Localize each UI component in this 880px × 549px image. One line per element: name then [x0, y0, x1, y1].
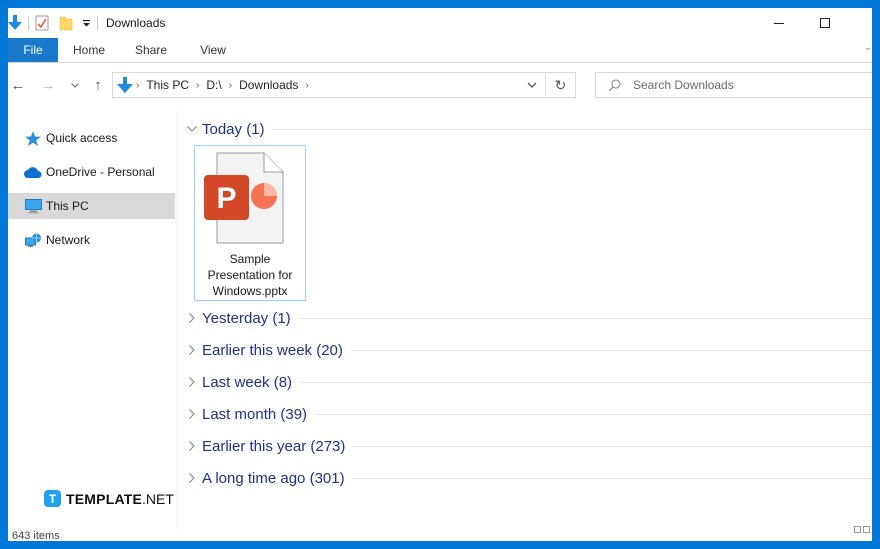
- toolbar-separator: [28, 16, 29, 30]
- navigation-bar: ← → ↑ › This PC › D:\ › Downloads › ↻ Se…: [8, 63, 872, 108]
- file-list-pane: Today (1) P Sample Presentation for Wind…: [179, 108, 872, 532]
- back-button[interactable]: ←: [8, 74, 28, 96]
- status-bar: 643 items: [8, 526, 872, 541]
- template-net-watermark: T TEMPLATE .NET: [44, 490, 174, 507]
- breadcrumb-drive-d[interactable]: D:\: [206, 78, 221, 92]
- sidebar-item-label: Quick access: [46, 131, 118, 145]
- group-divider: [300, 381, 872, 383]
- tab-file[interactable]: File: [8, 38, 58, 62]
- breadcrumb-separator-icon[interactable]: ›: [136, 80, 139, 91]
- address-bar[interactable]: › This PC › D:\ › Downloads ›: [112, 72, 546, 98]
- downloads-folder-icon: [117, 76, 133, 94]
- group-header-earlier-this-week[interactable]: Earlier this week (20): [179, 339, 872, 361]
- up-button[interactable]: ↑: [88, 74, 108, 96]
- network-icon: [24, 232, 42, 248]
- sidebar-item-label: OneDrive - Personal: [46, 165, 155, 179]
- group-header-last-month[interactable]: Last month (39): [179, 403, 872, 425]
- chevron-right-icon[interactable]: [185, 345, 199, 355]
- maximize-icon: [820, 18, 830, 28]
- search-box[interactable]: Search Downloads: [595, 72, 872, 98]
- recent-locations-dropdown[interactable]: [65, 74, 85, 96]
- minimize-button[interactable]: [756, 8, 802, 38]
- group-divider: [353, 445, 872, 447]
- group-header-earlier-this-year[interactable]: Earlier this year (273): [179, 435, 872, 457]
- group-divider: [315, 413, 872, 415]
- group-header-yesterday[interactable]: Yesterday (1): [179, 307, 872, 329]
- download-arrow-icon: [8, 15, 22, 31]
- group-divider: [350, 349, 872, 351]
- details-view-icon[interactable]: [854, 526, 861, 533]
- search-icon: [608, 78, 621, 91]
- chevron-right-icon[interactable]: [185, 473, 199, 483]
- sidebar-item-label: This PC: [46, 199, 89, 213]
- file-item[interactable]: P Sample Presentation for Windows.pptx: [194, 145, 306, 301]
- group-divider: [352, 477, 872, 479]
- tab-view[interactable]: View: [182, 38, 244, 62]
- minimize-icon: [774, 22, 784, 24]
- file-explorer-window: Downloads File Home Share View ⌄ ← → ↑ ›…: [8, 8, 872, 541]
- group-label: Earlier this year (273): [202, 437, 346, 455]
- title-bar: Downloads: [8, 8, 872, 38]
- properties-icon[interactable]: [35, 15, 49, 31]
- chevron-down-icon: [71, 82, 79, 88]
- large-icons-view-icon[interactable]: [863, 526, 870, 533]
- item-count: 643 items: [12, 530, 60, 541]
- breadcrumb-separator-icon[interactable]: ›: [196, 80, 199, 91]
- watermark-suffix: .NET: [142, 490, 174, 507]
- chevron-down-icon: [527, 82, 537, 88]
- sidebar-item-quick-access[interactable]: Quick access: [8, 125, 175, 151]
- window-title: Downloads: [106, 16, 166, 30]
- navigation-pane: Quick access OneDrive - Personal This PC…: [8, 108, 178, 532]
- chevron-right-icon[interactable]: [185, 409, 199, 419]
- refresh-icon: ↻: [554, 76, 567, 93]
- template-logo-icon: T: [44, 490, 61, 507]
- view-toggle: [854, 526, 870, 533]
- powerpoint-file-icon: P: [204, 152, 284, 244]
- refresh-button[interactable]: ↻: [546, 72, 576, 98]
- group-label: Last week (8): [202, 373, 293, 391]
- chevron-right-icon[interactable]: [185, 441, 199, 451]
- star-icon: [24, 130, 42, 146]
- toolbar-separator: [97, 16, 98, 30]
- ribbon-tabs: File Home Share View ⌄: [8, 38, 872, 63]
- cloud-icon: [24, 164, 42, 180]
- sidebar-item-label: Network: [46, 233, 91, 247]
- monitor-icon: [24, 198, 42, 214]
- group-header-a-long-time-ago[interactable]: A long time ago (301): [179, 467, 872, 489]
- group-label: Today (1): [202, 120, 265, 138]
- svg-text:P: P: [216, 182, 236, 215]
- sidebar-item-this-pc[interactable]: This PC: [8, 193, 175, 219]
- maximize-button[interactable]: [802, 8, 848, 38]
- address-history-dropdown[interactable]: [519, 73, 545, 97]
- breadcrumb-separator-icon[interactable]: ›: [305, 80, 308, 91]
- group-header-today[interactable]: Today (1): [179, 118, 872, 140]
- breadcrumb-separator-icon[interactable]: ›: [229, 80, 232, 91]
- group-label: Earlier this week (20): [202, 341, 343, 359]
- group-header-last-week[interactable]: Last week (8): [179, 371, 872, 393]
- group-label: Last month (39): [202, 405, 308, 423]
- customize-dropdown-icon[interactable]: [82, 18, 91, 28]
- group-label: Yesterday (1): [202, 309, 291, 327]
- file-name: Sample Presentation for Windows.pptx: [207, 252, 293, 298]
- group-divider: [298, 317, 872, 319]
- group-label: A long time ago (301): [202, 469, 345, 487]
- chevron-right-icon[interactable]: [185, 377, 199, 387]
- sidebar-item-onedrive[interactable]: OneDrive - Personal: [8, 159, 175, 185]
- tab-share[interactable]: Share: [120, 38, 182, 62]
- forward-button[interactable]: →: [38, 74, 58, 96]
- search-input[interactable]: Search Downloads: [633, 78, 734, 92]
- watermark-brand: TEMPLATE: [66, 490, 143, 507]
- expand-ribbon-chevron-icon[interactable]: ⌄: [864, 42, 872, 53]
- new-folder-icon[interactable]: [59, 15, 73, 31]
- group-divider: [272, 128, 872, 130]
- quick-access-toolbar: [8, 8, 104, 38]
- breadcrumb-this-pc[interactable]: This PC: [146, 78, 189, 92]
- sidebar-item-network[interactable]: Network: [8, 227, 175, 253]
- chevron-right-icon[interactable]: [185, 313, 199, 323]
- tab-home[interactable]: Home: [58, 38, 120, 62]
- breadcrumb-downloads[interactable]: Downloads: [239, 78, 298, 92]
- chevron-down-icon[interactable]: [185, 126, 199, 132]
